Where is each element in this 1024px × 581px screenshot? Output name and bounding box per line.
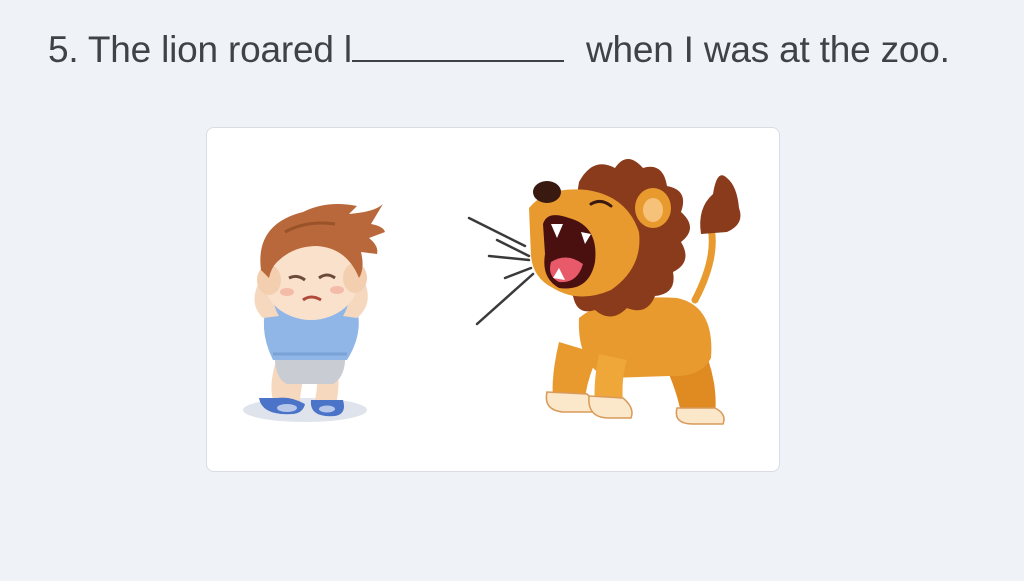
roaring-lion-image — [529, 159, 741, 425]
illustration-card — [206, 127, 780, 472]
roar-lines — [467, 216, 535, 326]
answer-blank[interactable] — [351, 28, 564, 62]
question-line: 5. The lion roared l when I was at the z… — [48, 28, 950, 71]
question-text-after: when I was at the zoo. — [585, 29, 950, 70]
question-number: 5. — [48, 29, 79, 70]
question-text-before: The lion roared l — [87, 29, 352, 70]
illustration-svg — [243, 159, 741, 425]
scared-boy-image — [243, 204, 385, 422]
